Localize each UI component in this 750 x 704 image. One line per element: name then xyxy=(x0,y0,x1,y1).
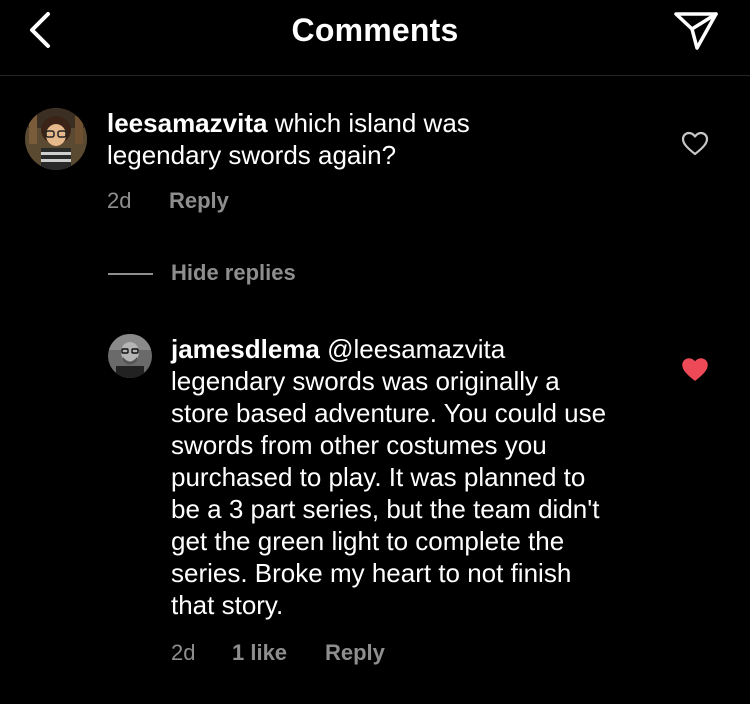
paper-plane-icon xyxy=(674,12,718,50)
reply-username[interactable]: jamesdlema xyxy=(171,334,320,364)
comments-header: Comments xyxy=(0,0,750,76)
page-title: Comments xyxy=(291,12,459,48)
reply-button[interactable]: Reply xyxy=(325,640,385,666)
reply-text: legendary swords was originally a store … xyxy=(171,366,607,620)
reply-body: jamesdlema @leesamazvita legendary sword… xyxy=(171,333,621,621)
reply-mention[interactable]: @leesamazvita xyxy=(327,334,505,364)
comment-meta: 2d Reply xyxy=(107,188,407,216)
comment-timestamp: 2d xyxy=(107,188,132,213)
comment-body: leesamazvita which island was legendary … xyxy=(107,107,587,171)
reply-timestamp: 2d xyxy=(171,640,196,665)
share-button[interactable] xyxy=(672,10,720,52)
avatar[interactable] xyxy=(108,334,152,378)
heart-outline-icon xyxy=(681,131,709,156)
comment-username[interactable]: leesamazvita xyxy=(107,108,267,138)
avatar[interactable] xyxy=(25,108,87,170)
like-button[interactable] xyxy=(681,357,709,383)
divider-line xyxy=(108,273,153,275)
reply-meta: 2d 1 like Reply xyxy=(171,640,471,668)
likes-count[interactable]: 1 like xyxy=(232,640,287,666)
heart-filled-icon xyxy=(682,358,708,381)
like-button[interactable] xyxy=(681,131,709,157)
reply-button[interactable]: Reply xyxy=(169,188,229,214)
hide-replies-label: Hide replies xyxy=(171,260,296,285)
